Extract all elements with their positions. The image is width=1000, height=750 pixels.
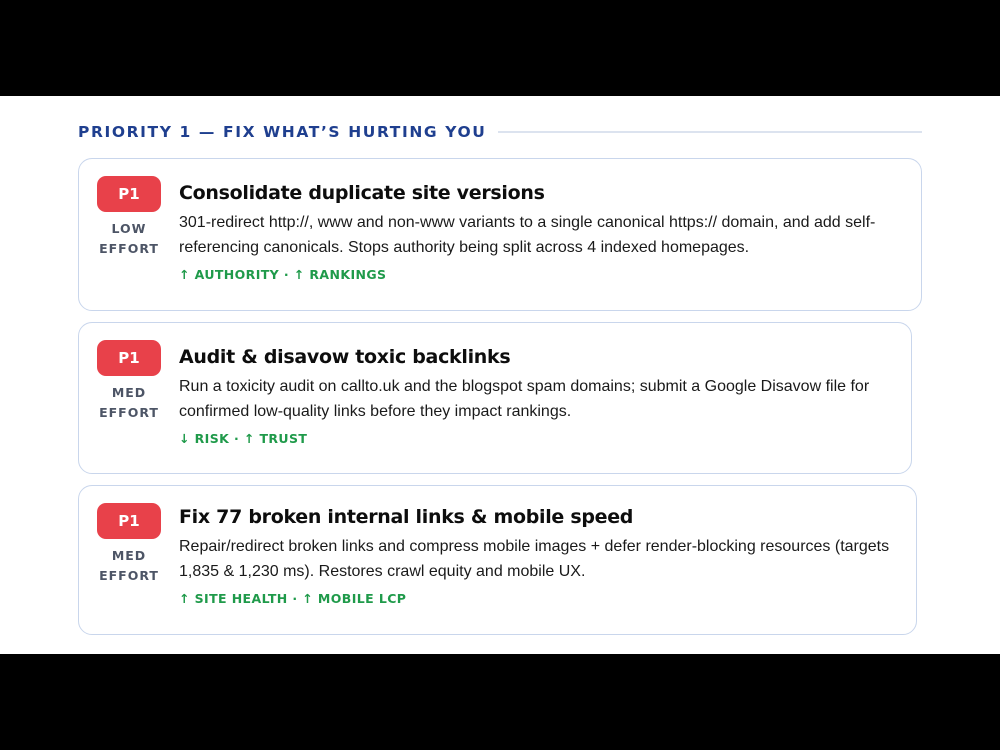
section-title: PRIORITY 1 — FIX WHAT’S HURTING YOU [78, 123, 487, 141]
section-divider [498, 131, 922, 133]
effort-label: LOW EFFORT [97, 219, 161, 259]
effort-level: MED [111, 548, 147, 563]
section-header: PRIORITY 1 — FIX WHAT’S HURTING YOU [78, 120, 922, 144]
slide: PRIORITY 1 — FIX WHAT’S HURTING YOU P1 L… [0, 96, 1000, 654]
action-card-consolidate: P1 LOW EFFORT Consolidate duplicate site… [78, 158, 922, 311]
effort-label: MED EFFORT [97, 546, 161, 586]
card-title: Consolidate duplicate site versions [179, 182, 545, 204]
priority-column: P1 LOW EFFORT [97, 176, 161, 259]
impact-tags: ↑ AUTHORITY · ↑ RANKINGS [179, 267, 387, 282]
priority-column: P1 MED EFFORT [97, 340, 161, 423]
card-body: Consolidate duplicate site versions 301-… [179, 179, 917, 282]
card-description: 301-redirect http://, www and non-www va… [179, 214, 876, 256]
action-card-broken-links: P1 MED EFFORT Fix 77 broken internal lin… [78, 485, 917, 635]
priority-badge: P1 [97, 176, 161, 212]
action-card-disavow: P1 MED EFFORT Audit & disavow toxic back… [78, 322, 912, 474]
priority-column: P1 MED EFFORT [97, 503, 161, 586]
priority-badge: P1 [97, 503, 161, 539]
impact-tags: ↓ RISK · ↑ TRUST [179, 431, 308, 446]
effort-level: LOW [111, 221, 147, 236]
card-description: Run a toxicity audit on callto.uk and th… [179, 378, 870, 420]
effort-level: MED [111, 385, 147, 400]
priority-badge: P1 [97, 340, 161, 376]
effort-label: MED EFFORT [97, 383, 161, 423]
card-title: Fix 77 broken internal links & mobile sp… [179, 506, 634, 528]
card-title: Audit & disavow toxic backlinks [179, 346, 511, 368]
card-description: Repair/redirect broken links and compres… [179, 538, 890, 580]
effort-word: EFFORT [99, 405, 159, 420]
impact-tags: ↑ SITE HEALTH · ↑ MOBILE LCP [179, 591, 407, 606]
card-body: Fix 77 broken internal links & mobile sp… [179, 503, 912, 606]
effort-word: EFFORT [99, 568, 159, 583]
card-body: Audit & disavow toxic backlinks Run a to… [179, 343, 907, 446]
effort-word: EFFORT [99, 241, 159, 256]
